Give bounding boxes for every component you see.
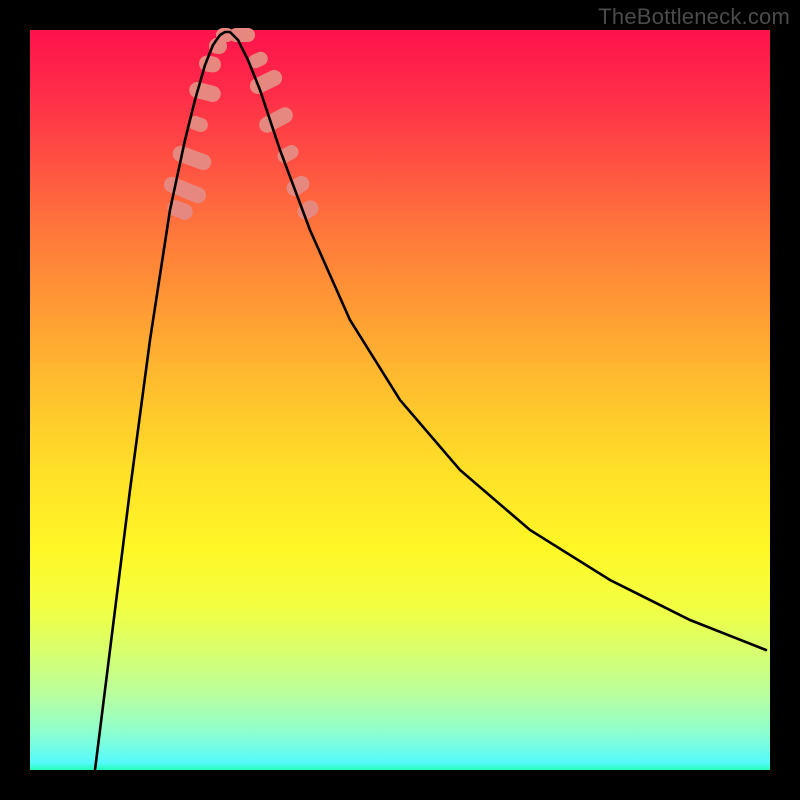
pink-marks-right-mark (256, 104, 295, 135)
pink-marks-left-mark (188, 80, 223, 103)
bottleneck-curve (95, 32, 766, 770)
site-watermark: TheBottleneck.com (598, 4, 790, 30)
curve-svg (30, 30, 770, 770)
pink-marks-left-mark (170, 144, 213, 173)
pink-marks-left-mark (162, 174, 209, 205)
chart-frame: TheBottleneck.com (0, 0, 800, 800)
gradient-plot-area (30, 30, 770, 770)
pink-marks-left-mark (198, 54, 222, 74)
